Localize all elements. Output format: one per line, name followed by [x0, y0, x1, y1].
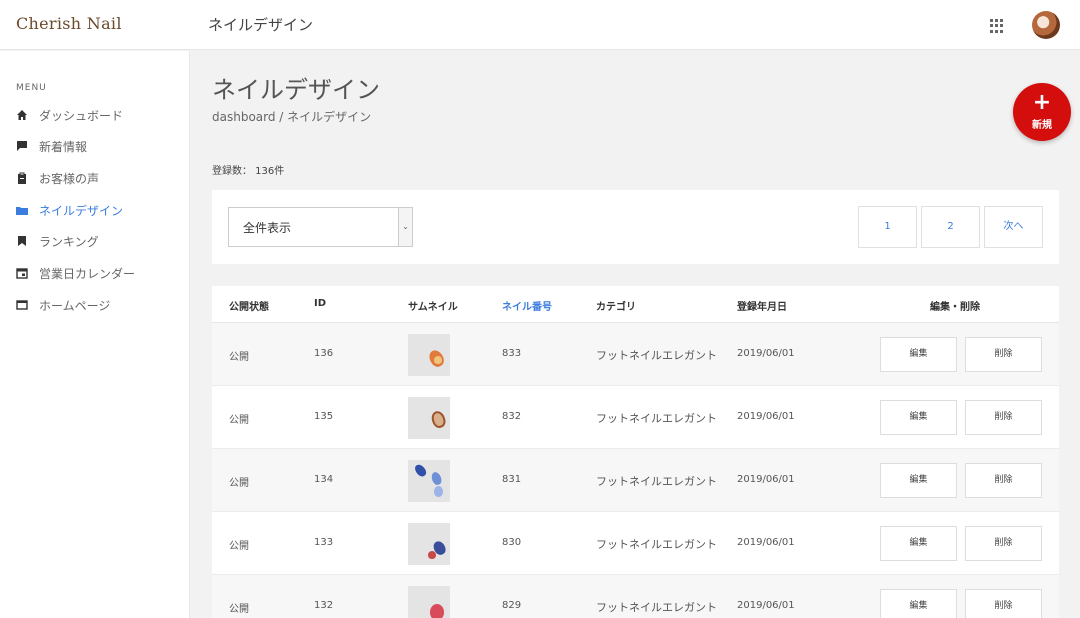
sidebar-item-news[interactable]: 新着情報	[16, 136, 87, 156]
sidebar-item-label: 新着情報	[39, 139, 88, 154]
sidebar-item-label: ホームページ	[39, 298, 111, 313]
clipboard-icon	[16, 172, 28, 184]
sidebar-item-ranking[interactable]: ランキング	[16, 231, 99, 251]
table-row: 公開 132 829 フットネイルエレガント 2019/06/01 編集 削除	[212, 575, 1059, 618]
breadcrumb[interactable]: dashboard / ネイルデザイン	[212, 108, 371, 125]
delete-button[interactable]: 削除	[965, 400, 1042, 435]
top-header: Cherish Nail ネイルデザイン	[0, 0, 1080, 50]
column-header-category[interactable]: カテゴリ	[596, 298, 636, 313]
sidebar-item-homepage[interactable]: ホームページ	[16, 295, 110, 315]
filter-card: 全件表示 ⌄ 1 2 次へ	[212, 190, 1059, 264]
page-title: ネイルデザイン	[212, 76, 380, 104]
edit-button[interactable]: 編集	[880, 463, 957, 498]
home-icon	[16, 109, 28, 121]
select-value: 全件表示	[243, 221, 292, 235]
nail-thumbnail[interactable]	[408, 334, 450, 376]
calendar-icon	[16, 267, 28, 279]
id-cell: 135	[314, 411, 334, 422]
app-logo[interactable]: Cherish Nail	[16, 14, 122, 33]
sidebar-item-label: 営業日カレンダー	[39, 266, 136, 281]
header-title: ネイルデザイン	[208, 16, 314, 34]
sidebar-item-dashboard[interactable]: ダッシュボード	[16, 105, 123, 125]
table-header: 公開状態 ID サムネイル ネイル番号 カテゴリ 登録年月日 編集・削除	[212, 286, 1059, 323]
id-cell: 133	[314, 537, 334, 548]
edit-button[interactable]: 編集	[880, 589, 957, 618]
category-cell: フットネイルエレガント	[596, 538, 717, 551]
nail-number-cell: 831	[502, 474, 522, 485]
date-cell: 2019/06/01	[737, 474, 795, 485]
id-cell: 136	[314, 348, 334, 359]
nail-design-table: 公開状態 ID サムネイル ネイル番号 カテゴリ 登録年月日 編集・削除 公開 …	[212, 286, 1059, 618]
column-header-id[interactable]: ID	[314, 298, 326, 309]
sidebar-item-label: ネイルデザイン	[39, 203, 124, 218]
edit-button[interactable]: 編集	[880, 526, 957, 561]
nail-number-cell: 832	[502, 411, 522, 422]
category-cell: フットネイルエレガント	[596, 475, 717, 488]
table-row: 公開 134 831 フットネイルエレガント 2019/06/01 編集 削除	[212, 449, 1059, 512]
page-button-1[interactable]: 1	[858, 206, 917, 248]
column-header-nail-number[interactable]: ネイル番号	[502, 298, 552, 313]
edit-button[interactable]: 編集	[880, 400, 957, 435]
sidebar-item-label: お客様の声	[39, 171, 100, 186]
nail-thumbnail[interactable]	[408, 586, 450, 618]
page-button-2[interactable]: 2	[921, 206, 980, 248]
id-cell: 134	[314, 474, 334, 485]
date-cell: 2019/06/01	[737, 411, 795, 422]
sidebar-item-label: ランキング	[39, 234, 99, 249]
table-row: 公開 136 833 フットネイルエレガント 2019/06/01 編集 削除	[212, 323, 1059, 386]
delete-button[interactable]: 削除	[965, 463, 1042, 498]
date-cell: 2019/06/01	[737, 348, 795, 359]
column-header-date[interactable]: 登録年月日	[737, 298, 787, 313]
nail-thumbnail[interactable]	[408, 460, 450, 502]
date-cell: 2019/06/01	[737, 600, 795, 611]
sidebar-item-nail-design[interactable]: ネイルデザイン	[16, 200, 123, 220]
bookmark-icon	[16, 235, 28, 247]
status-cell: 公開	[229, 352, 249, 363]
plus-icon: +	[1032, 90, 1052, 115]
nail-number-cell: 830	[502, 537, 522, 548]
status-cell: 公開	[229, 604, 249, 615]
sidebar-item-calendar[interactable]: 営業日カレンダー	[16, 263, 135, 283]
status-cell: 公開	[229, 478, 249, 489]
chevron-down-icon: ⌄	[398, 208, 412, 246]
category-cell: フットネイルエレガント	[596, 412, 717, 425]
sidebar-item-label: ダッシュボード	[39, 108, 124, 123]
status-cell: 公開	[229, 415, 249, 426]
edit-button[interactable]: 編集	[880, 337, 957, 372]
column-header-status[interactable]: 公開状態	[229, 298, 269, 313]
registered-count: 登録数： 136件	[212, 166, 285, 177]
apps-grid-icon[interactable]	[990, 19, 1004, 33]
nail-thumbnail[interactable]	[408, 397, 450, 439]
comment-icon	[16, 140, 28, 152]
column-header-thumbnail: サムネイル	[408, 302, 458, 313]
add-new-label: 新規	[1032, 120, 1052, 131]
nail-thumbnail[interactable]	[408, 523, 450, 565]
delete-button[interactable]: 削除	[965, 526, 1042, 561]
menu-label: MENU	[16, 83, 47, 93]
status-cell: 公開	[229, 541, 249, 552]
nail-number-cell: 829	[502, 600, 522, 611]
next-page-button[interactable]: 次へ	[984, 206, 1043, 248]
display-filter-select[interactable]: 全件表示 ⌄	[228, 207, 413, 247]
table-row: 公開 135 832 フットネイルエレガント 2019/06/01 編集 削除	[212, 386, 1059, 449]
folder-icon	[16, 204, 28, 216]
add-new-button[interactable]: + 新規	[1013, 83, 1071, 141]
id-cell: 132	[314, 600, 334, 611]
avatar[interactable]	[1032, 11, 1060, 39]
column-header-actions: 編集・削除	[930, 302, 980, 313]
date-cell: 2019/06/01	[737, 537, 795, 548]
nail-number-cell: 833	[502, 348, 522, 359]
browser-icon	[16, 299, 28, 311]
category-cell: フットネイルエレガント	[596, 349, 717, 362]
sidebar-item-voices[interactable]: お客様の声	[16, 168, 99, 188]
sidebar: MENU ダッシュボード 新着情報 お客様の声 ネイルデザイン ランキング 営業…	[0, 51, 190, 618]
category-cell: フットネイルエレガント	[596, 601, 717, 614]
delete-button[interactable]: 削除	[965, 589, 1042, 618]
table-row: 公開 133 830 フットネイルエレガント 2019/06/01 編集 削除	[212, 512, 1059, 575]
delete-button[interactable]: 削除	[965, 337, 1042, 372]
